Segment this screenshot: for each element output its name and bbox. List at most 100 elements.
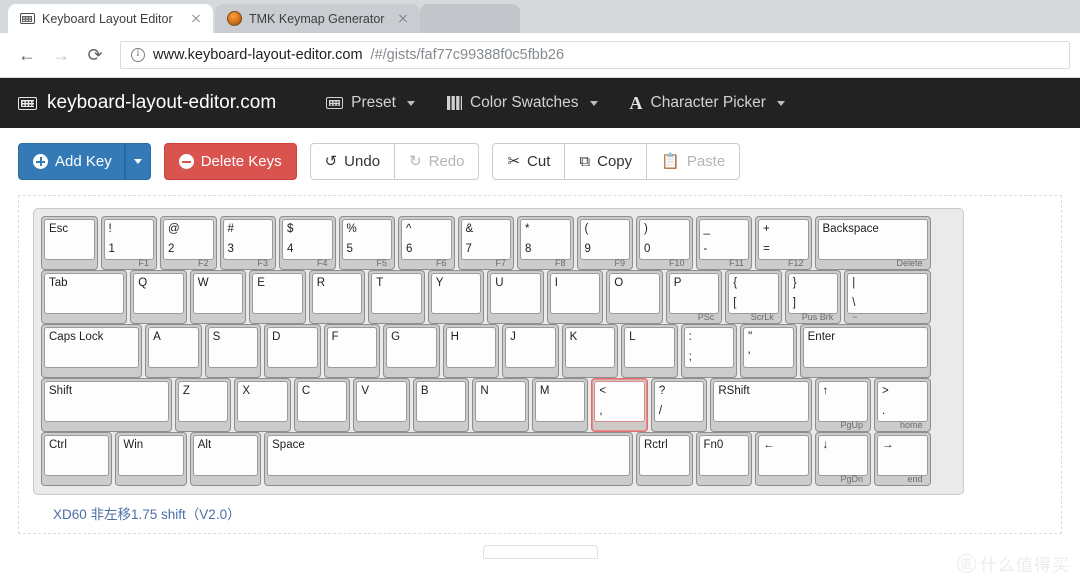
key-space[interactable]: Space — [264, 432, 633, 486]
key-y[interactable]: Y — [427, 270, 485, 324]
key-rshift[interactable]: RShift — [710, 378, 812, 432]
key-legend-front-right: F9 — [614, 258, 625, 268]
key-n[interactable]: N — [472, 378, 529, 432]
key-→[interactable]: → end — [874, 432, 931, 486]
key-legend-front-right: F6 — [435, 258, 447, 268]
key-win[interactable]: Win — [115, 432, 187, 486]
menu-color-swatches[interactable]: Color Swatches — [431, 78, 614, 128]
keycap-face: D — [267, 327, 318, 368]
key-a[interactable]: A — [145, 324, 202, 378]
key-j[interactable]: J — [502, 324, 559, 378]
key-rctrl[interactable]: Rctrl — [636, 432, 693, 486]
key-([interactable]: (9 F9 — [576, 216, 633, 270]
key-q[interactable]: Q — [130, 270, 187, 324]
key-w[interactable]: W — [189, 270, 247, 324]
key-h[interactable]: H — [442, 324, 500, 378]
key-s[interactable]: S — [204, 324, 262, 378]
delete-keys-button[interactable]: Delete Keys — [163, 143, 297, 180]
key-d[interactable]: D — [264, 324, 321, 378]
layout-caption: XD60 非左移1.75 shift（V2.0） — [53, 507, 241, 522]
close-icon[interactable] — [188, 11, 204, 27]
key-x[interactable]: X — [234, 378, 291, 432]
key-alt[interactable]: Alt — [189, 432, 262, 486]
key-^[interactable]: ^ 6 F6 — [398, 216, 455, 270]
key-)[interactable]: ) 0 F10 — [636, 216, 693, 270]
keycap-front — [684, 368, 735, 377]
key-_[interactable]: _ - F11 — [695, 216, 752, 270]
key-<[interactable]: <, — [591, 378, 648, 432]
key-backspace[interactable]: Backspace Delete — [814, 216, 931, 270]
key-![interactable]: ! 1 F1 — [100, 216, 157, 270]
tab-tmk-keymap-generator[interactable]: TMK Keymap Generator — [215, 4, 420, 33]
key-shift[interactable]: Shift — [41, 378, 172, 432]
brand[interactable]: keyboard-layout-editor.com — [18, 92, 276, 114]
key->[interactable]: >. home — [874, 378, 931, 432]
copy-button[interactable]: ⧉ Copy — [564, 143, 648, 180]
keycap-front: F5 — [342, 258, 393, 269]
key-ctrl[interactable]: Ctrl — [41, 432, 113, 486]
keycap-face: → — [877, 435, 928, 476]
cut-button[interactable]: ✂ Cut — [492, 143, 566, 180]
key-←[interactable]: ← — [755, 432, 812, 486]
close-icon[interactable] — [395, 11, 411, 27]
key-i[interactable]: I — [546, 270, 604, 324]
key-#[interactable]: #3 F3 — [219, 216, 276, 270]
keycap-front — [148, 368, 199, 377]
key-|[interactable]: | \ ~ ` — [844, 270, 931, 324]
key-t[interactable]: T — [368, 270, 425, 324]
key-@[interactable]: @2 F2 — [160, 216, 217, 270]
key-legend-top-left: Rctrl — [644, 439, 668, 451]
key-f[interactable]: F — [323, 324, 381, 378]
key-c[interactable]: C — [293, 378, 351, 432]
key-:[interactable]: :; — [680, 324, 738, 378]
key-&[interactable]: & 7 F7 — [457, 216, 514, 270]
key-esc[interactable]: Esc — [41, 216, 98, 270]
key-p[interactable]: P PSc — [665, 270, 723, 324]
menu-preset[interactable]: Preset — [310, 78, 431, 128]
key-+[interactable]: + = F12 — [755, 216, 812, 270]
key-fn0[interactable]: Fn0 — [695, 432, 752, 486]
key-$[interactable]: $4 F4 — [279, 216, 336, 270]
key-r[interactable]: R — [308, 270, 366, 324]
keyboard-canvas[interactable]: Esc! 1 F1 @2 F2 #3 F3 $4 F4% 5 F5 ^ 6 F6 & 7 F7 * 8 F8(9 F9)… — [18, 195, 1062, 534]
keycap-front: home — [877, 420, 928, 431]
key-l[interactable]: L — [621, 324, 678, 378]
keycap-front — [699, 476, 750, 485]
key-%[interactable]: % 5 F5 — [338, 216, 395, 270]
key-g[interactable]: G — [383, 324, 440, 378]
key-↓[interactable]: ↓ PgDn — [814, 432, 871, 486]
key-}[interactable]: }] Pus Brk — [784, 270, 842, 324]
keycap-front — [565, 368, 616, 377]
key-k[interactable]: K — [561, 324, 619, 378]
key-b[interactable]: B — [412, 378, 470, 432]
add-key-dropdown-toggle[interactable] — [124, 143, 151, 180]
key-tab[interactable]: Tab — [41, 270, 128, 324]
key-legend-top-left: P — [673, 277, 682, 289]
keycap-front — [609, 314, 660, 323]
key-u[interactable]: U — [487, 270, 544, 324]
key-*[interactable]: * 8 F8 — [517, 216, 574, 270]
key-enter[interactable]: Enter — [799, 324, 931, 378]
add-key-button[interactable]: Add Key — [18, 143, 125, 180]
tab-keyboard-layout-editor[interactable]: Keyboard Layout Editor — [8, 4, 213, 33]
key-↑[interactable]: ↑ PgUp — [814, 378, 871, 432]
back-icon[interactable]: ← — [10, 38, 44, 72]
key-o[interactable]: O — [606, 270, 663, 324]
key-?[interactable]: ? / — [650, 378, 708, 432]
key-e[interactable]: E — [249, 270, 306, 324]
keycap-face: W — [192, 273, 244, 314]
menu-character-picker[interactable]: A Character Picker — [614, 78, 801, 128]
reload-icon[interactable]: ⟳ — [78, 38, 112, 72]
info-icon[interactable]: i — [131, 48, 145, 62]
key-legend-top-left: X — [242, 385, 251, 397]
key-legend-front-right: F3 — [257, 258, 268, 268]
key-{[interactable]: {[ScrLk — [725, 270, 782, 324]
key-caps-lock[interactable]: Caps Lock — [41, 324, 143, 378]
key-m[interactable]: M — [531, 378, 589, 432]
undo-button[interactable]: ↺ Undo — [309, 143, 396, 180]
address-bar[interactable]: i www.keyboard-layout-editor.com /#/gists… — [120, 41, 1070, 69]
key-z[interactable]: Z — [174, 378, 232, 432]
key-v[interactable]: V — [353, 378, 410, 432]
key-"[interactable]: " ' — [740, 324, 797, 378]
keyboard-board[interactable]: Esc! 1 F1 @2 F2 #3 F3 $4 F4% 5 F5 ^ 6 F6 & 7 F7 * 8 F8(9 F9)… — [33, 208, 964, 495]
